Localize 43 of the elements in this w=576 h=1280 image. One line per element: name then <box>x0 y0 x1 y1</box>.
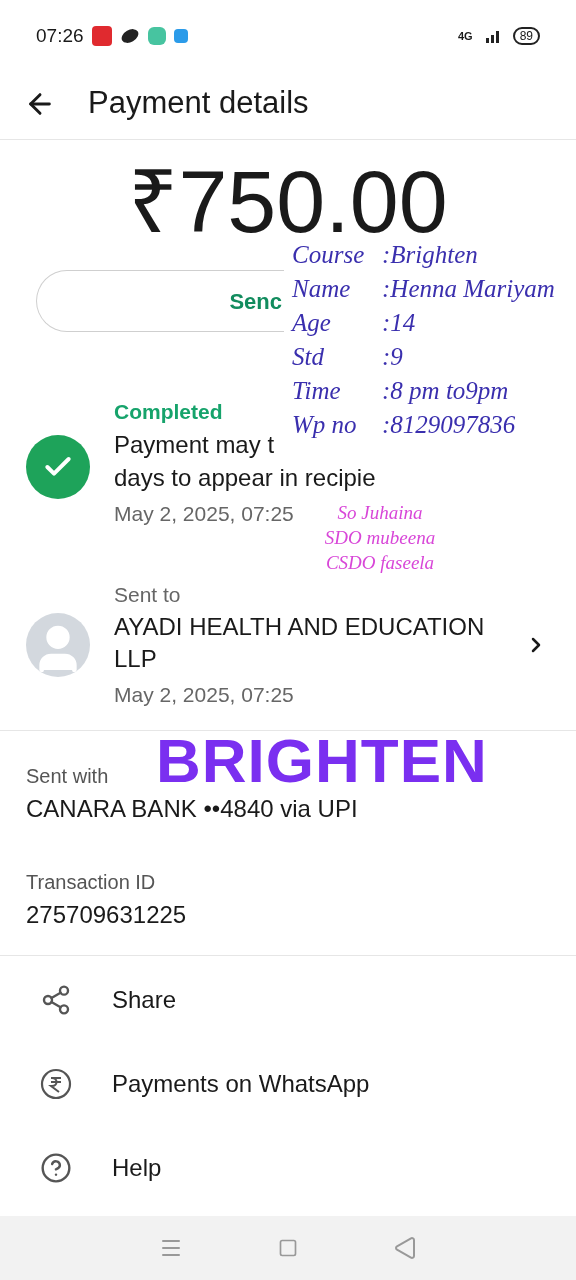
status-date: May 2, 2025, 07:25 <box>114 500 294 527</box>
status-label: Completed <box>114 399 223 425</box>
annotation-value: :Brighten <box>382 240 478 270</box>
status-time: 07:26 <box>36 23 84 48</box>
home-icon[interactable] <box>278 1238 298 1258</box>
annotation-value: :Henna Mariyam <box>382 274 555 304</box>
action-item[interactable]: Share <box>0 958 576 1042</box>
annotation-label: Std <box>292 342 325 372</box>
recipient-date: May 2, 2025, 07:25 <box>114 681 294 708</box>
transaction-label: Transaction ID <box>26 870 157 895</box>
app-icon <box>91 26 112 46</box>
signal-icon <box>484 28 501 44</box>
annotation-label: Wp no <box>292 410 358 440</box>
help-icon <box>40 1152 72 1184</box>
annotation-text: SDO mubeena <box>324 526 436 550</box>
annotation-label: Time <box>292 376 342 406</box>
annotation-value: :14 <box>382 308 416 338</box>
rupee-icon <box>40 1068 72 1100</box>
transaction-id: 275709631225 <box>26 900 188 930</box>
status-message: Payment may t <box>114 429 275 460</box>
annotation-value: :8129097836 <box>382 410 516 440</box>
recipient-heading: Sent to <box>114 582 181 608</box>
annotation-value: :8 pm to9pm <box>382 376 509 406</box>
share-icon <box>40 984 72 1016</box>
recipient-row[interactable]: Sent to AYADI HEALTH AND EDUCATION LLP May 2, 2025, 07:25 <box>0 579 576 731</box>
annotation-label: Name <box>292 274 352 304</box>
sent-with-label: Sent with <box>26 764 109 789</box>
annotation-value: :9 <box>382 342 403 372</box>
annotation-label: Age <box>292 308 332 338</box>
app-icon <box>119 26 140 46</box>
action-item[interactable]: Help <box>0 1126 576 1210</box>
sent-with-value: CANARA BANK ••4840 via UPI <box>26 794 358 824</box>
page-title: Payment details <box>88 84 309 123</box>
network-label: 4G <box>457 28 473 44</box>
annotation-text: CSDO faseela <box>325 551 435 575</box>
banner-text: BRIGHTEN <box>156 728 488 794</box>
recipient-name: AYADI HEALTH AND EDUCATION LLP <box>114 611 486 674</box>
status-message: days to appear in recipie <box>114 462 376 493</box>
annotation-text: So Juhaina <box>337 501 423 525</box>
battery-level: 89 <box>512 27 540 45</box>
app-icon <box>173 29 188 43</box>
app-icon <box>147 27 166 45</box>
action-item[interactable]: Payments on WhatsApp <box>0 1042 576 1126</box>
